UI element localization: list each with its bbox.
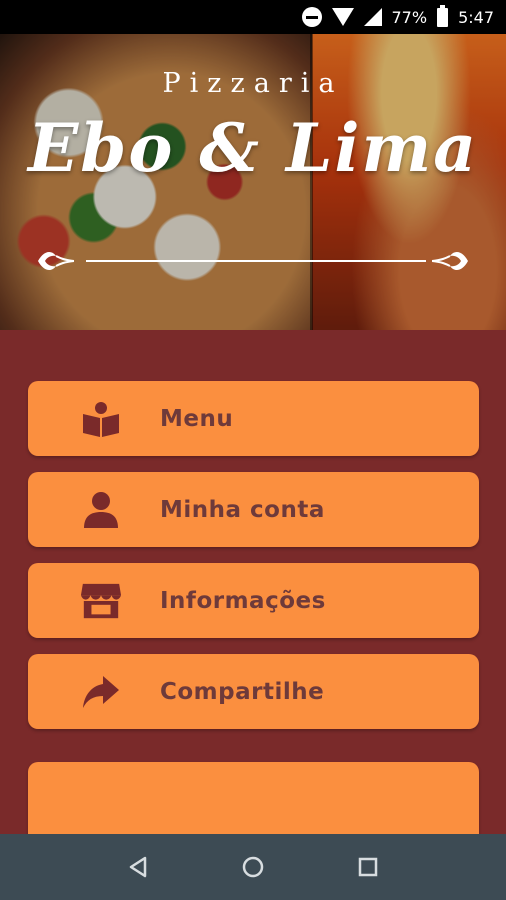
navigation-bar (0, 834, 506, 900)
leaf-ornament-icon (38, 251, 74, 271)
share-arrow-icon (80, 671, 122, 713)
share-button[interactable]: Compartilhe (28, 654, 479, 729)
brand-title: Ebo & Lima (27, 109, 479, 187)
my-account-button[interactable]: Minha conta (28, 472, 479, 547)
store-icon (80, 580, 122, 622)
wifi-icon (331, 8, 354, 26)
brand-subtitle: Pizzaria (162, 68, 344, 99)
partial-card (28, 762, 479, 842)
do-not-disturb-icon (301, 7, 322, 27)
battery-percent: 77% (391, 7, 428, 27)
share-label: Compartilhe (160, 678, 325, 705)
hero-banner: Pizzaria Ebo & Lima (0, 34, 506, 330)
back-icon[interactable] (118, 847, 158, 887)
menu-button[interactable]: Menu (28, 381, 479, 456)
book-reader-icon (80, 398, 122, 440)
clock: 5:47 (458, 7, 494, 27)
leaf-ornament-icon (432, 251, 468, 271)
ornament-divider (86, 260, 426, 262)
my-account-label: Minha conta (160, 496, 325, 523)
information-label: Informações (160, 587, 326, 614)
menu-button-label: Menu (160, 405, 234, 432)
home-icon[interactable] (233, 847, 273, 887)
user-icon (80, 489, 122, 531)
information-button[interactable]: Informações (28, 563, 479, 638)
signal-icon (363, 8, 382, 26)
battery-icon (437, 4, 449, 27)
status-bar: 77% 5:47 (0, 0, 506, 34)
recents-icon[interactable] (348, 847, 388, 887)
